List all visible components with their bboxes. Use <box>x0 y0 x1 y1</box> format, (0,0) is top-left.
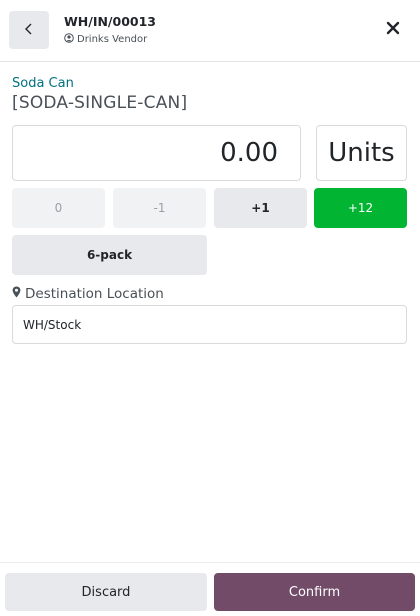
product-name: Soda Can <box>12 76 74 91</box>
confirm-button[interactable]: Confirm <box>214 573 415 611</box>
close-button[interactable] <box>382 18 404 40</box>
chevron-left-icon <box>23 21 35 40</box>
set-zero-button[interactable]: 0 <box>12 188 105 228</box>
decrement-button[interactable]: -1 <box>113 188 206 228</box>
destination-location-field[interactable]: WH/Stock <box>12 305 407 344</box>
destination-label: Destination Location <box>12 286 164 302</box>
close-icon <box>386 20 400 39</box>
header-bar: WH/IN/00013 Drinks Vendor <box>0 0 420 62</box>
uom-selector[interactable]: Units <box>316 125 407 181</box>
package-button[interactable]: 6-pack <box>12 235 207 275</box>
add-twelve-button[interactable]: +12 <box>314 188 407 228</box>
back-button[interactable] <box>9 11 49 49</box>
barcode-quantity-screen: WH/IN/00013 Drinks Vendor Soda Can [SODA… <box>0 0 420 616</box>
discard-button[interactable]: Discard <box>5 573 207 611</box>
product-code: [SODA-SINGLE-CAN] <box>12 93 188 113</box>
increment-button[interactable]: +1 <box>214 188 307 228</box>
partner-name: Drinks Vendor <box>77 34 148 45</box>
quantity-input[interactable]: 0.00 <box>12 125 301 181</box>
footer-bar: Discard Confirm <box>0 562 420 616</box>
destination-label-text: Destination Location <box>25 286 164 302</box>
partner-line: Drinks Vendor <box>64 33 147 46</box>
map-marker-icon <box>12 286 21 302</box>
picking-reference: WH/IN/00013 <box>64 14 156 29</box>
user-circle-icon <box>64 33 74 46</box>
